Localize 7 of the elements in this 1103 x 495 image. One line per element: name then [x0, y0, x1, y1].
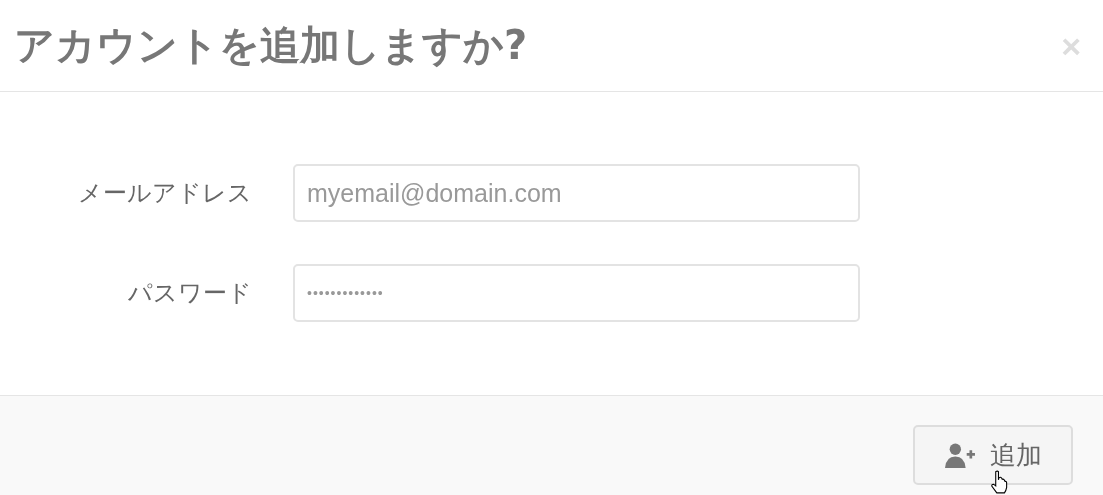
email-field[interactable]: myemail@domain.com: [293, 164, 860, 222]
field-label: パスワード: [127, 278, 253, 309]
password-field[interactable]: •••••••••••••: [293, 264, 860, 322]
field-label: メールアドレス: [77, 178, 253, 209]
add-button[interactable]: 追加: [913, 425, 1073, 485]
dialog-title: アカウントを追加しますか?: [14, 21, 528, 70]
add-user-icon: [944, 442, 976, 468]
